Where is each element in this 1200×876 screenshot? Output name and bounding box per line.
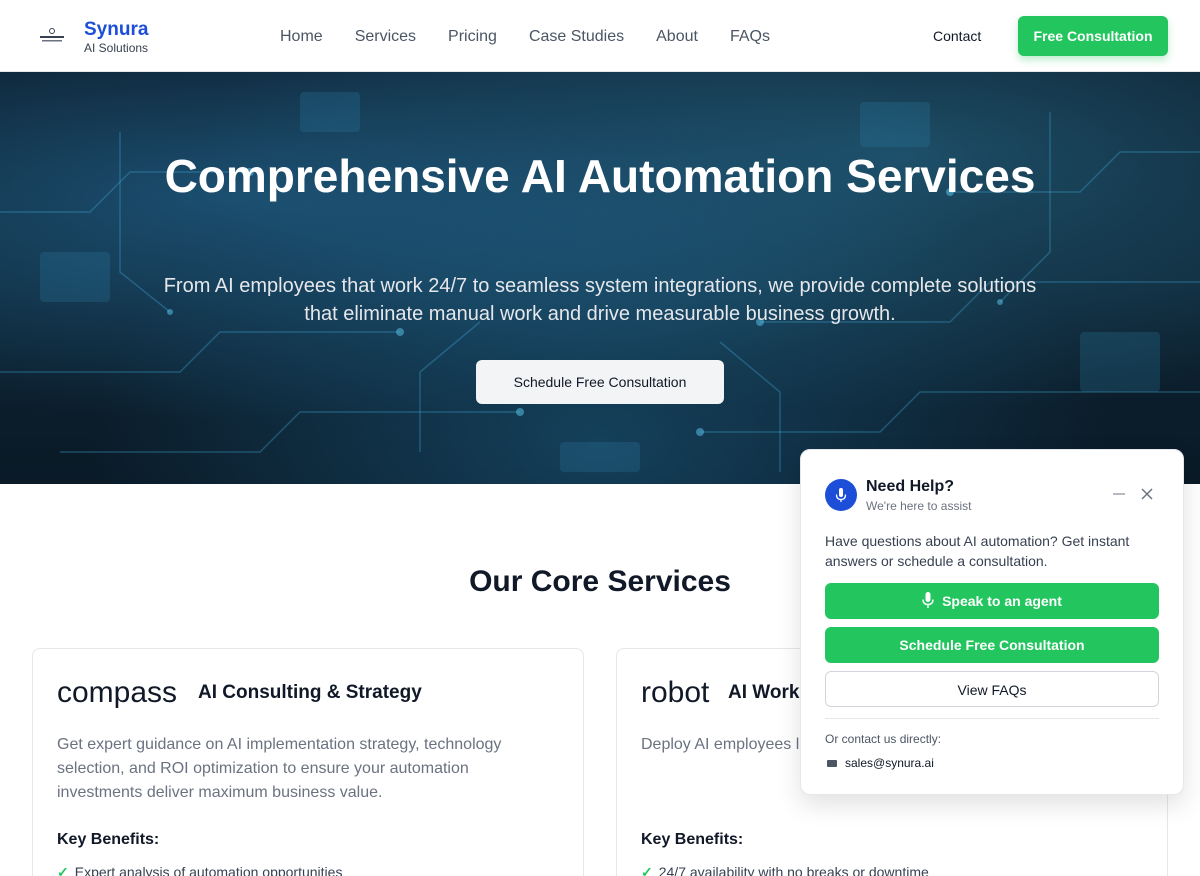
free-consultation-button[interactable]: Free Consultation xyxy=(1018,16,1168,56)
view-faqs-button[interactable]: View FAQs xyxy=(825,671,1159,707)
brand-name[interactable]: Synura xyxy=(84,20,148,40)
close-icon[interactable] xyxy=(1139,486,1155,502)
service-description: Get expert guidance on AI implementation… xyxy=(57,736,502,801)
microphone-icon xyxy=(922,592,934,609)
contact-link[interactable]: Contact xyxy=(933,27,981,45)
site-header: Synura AI Solutions Home Services Pricin… xyxy=(0,0,1200,72)
benefit-text: 24/7 availability with no breaks or down… xyxy=(658,864,929,876)
check-icon: ✓ xyxy=(641,864,653,876)
nav-case-studies[interactable]: Case Studies xyxy=(529,26,624,48)
check-icon: ✓ xyxy=(57,864,69,876)
benefits-heading: Key Benefits: xyxy=(641,831,744,848)
nav-about[interactable]: About xyxy=(656,26,698,48)
speak-to-agent-button[interactable]: Speak to an agent xyxy=(825,583,1159,619)
schedule-consultation-button[interactable]: Schedule Free Consultation xyxy=(476,360,724,404)
compass-icon: compass xyxy=(57,676,178,709)
benefits-heading: Key Benefits: xyxy=(57,831,160,848)
service-title: AI Consulting & Strategy xyxy=(198,682,422,703)
speak-to-agent-label: Speak to an agent xyxy=(942,593,1062,609)
minimize-icon[interactable] xyxy=(1111,486,1127,502)
synura-logo-icon[interactable] xyxy=(38,26,66,46)
benefit-item: ✓ Expert analysis of automation opportuni… xyxy=(57,863,342,876)
help-title: Need Help? xyxy=(866,478,955,495)
robot-icon: robot xyxy=(641,676,710,709)
nav-services[interactable]: Services xyxy=(355,26,416,48)
schedule-consultation-widget-button[interactable]: Schedule Free Consultation xyxy=(825,627,1159,663)
nav-pricing[interactable]: Pricing xyxy=(448,26,497,48)
benefit-item: ✓ 24/7 availability with no breaks or dow… xyxy=(641,863,929,876)
service-card-consulting: compass AI Consulting & Strategy Get exp… xyxy=(32,648,584,876)
contact-intro: Or contact us directly: xyxy=(825,732,942,746)
help-widget: Need Help? We're here to assist Have que… xyxy=(800,449,1184,795)
benefit-text: Expert analysis of automation opportunit… xyxy=(74,864,343,876)
mail-icon xyxy=(827,760,837,767)
nav-faqs[interactable]: FAQs xyxy=(730,26,770,48)
brand-tagline: AI Solutions xyxy=(84,41,149,55)
mic-icon xyxy=(835,488,847,502)
contact-email-link[interactable]: sales@synura.ai xyxy=(845,755,934,771)
nav-home[interactable]: Home xyxy=(280,26,323,48)
service-title: AI Work xyxy=(728,682,800,703)
hero-section: Comprehensive AI Automation Services Fro… xyxy=(0,72,1200,484)
divider xyxy=(825,718,1159,719)
hero-subtitle: From AI employees that work 24/7 to seam… xyxy=(163,275,1037,325)
help-subtitle: We're here to assist xyxy=(866,499,972,513)
help-avatar xyxy=(825,479,857,511)
hero-title: Comprehensive AI Automation Services xyxy=(164,150,1036,202)
help-text: Have questions about AI automation? Get … xyxy=(825,533,1130,569)
main-nav: Home Services Pricing Case Studies About… xyxy=(280,26,770,48)
